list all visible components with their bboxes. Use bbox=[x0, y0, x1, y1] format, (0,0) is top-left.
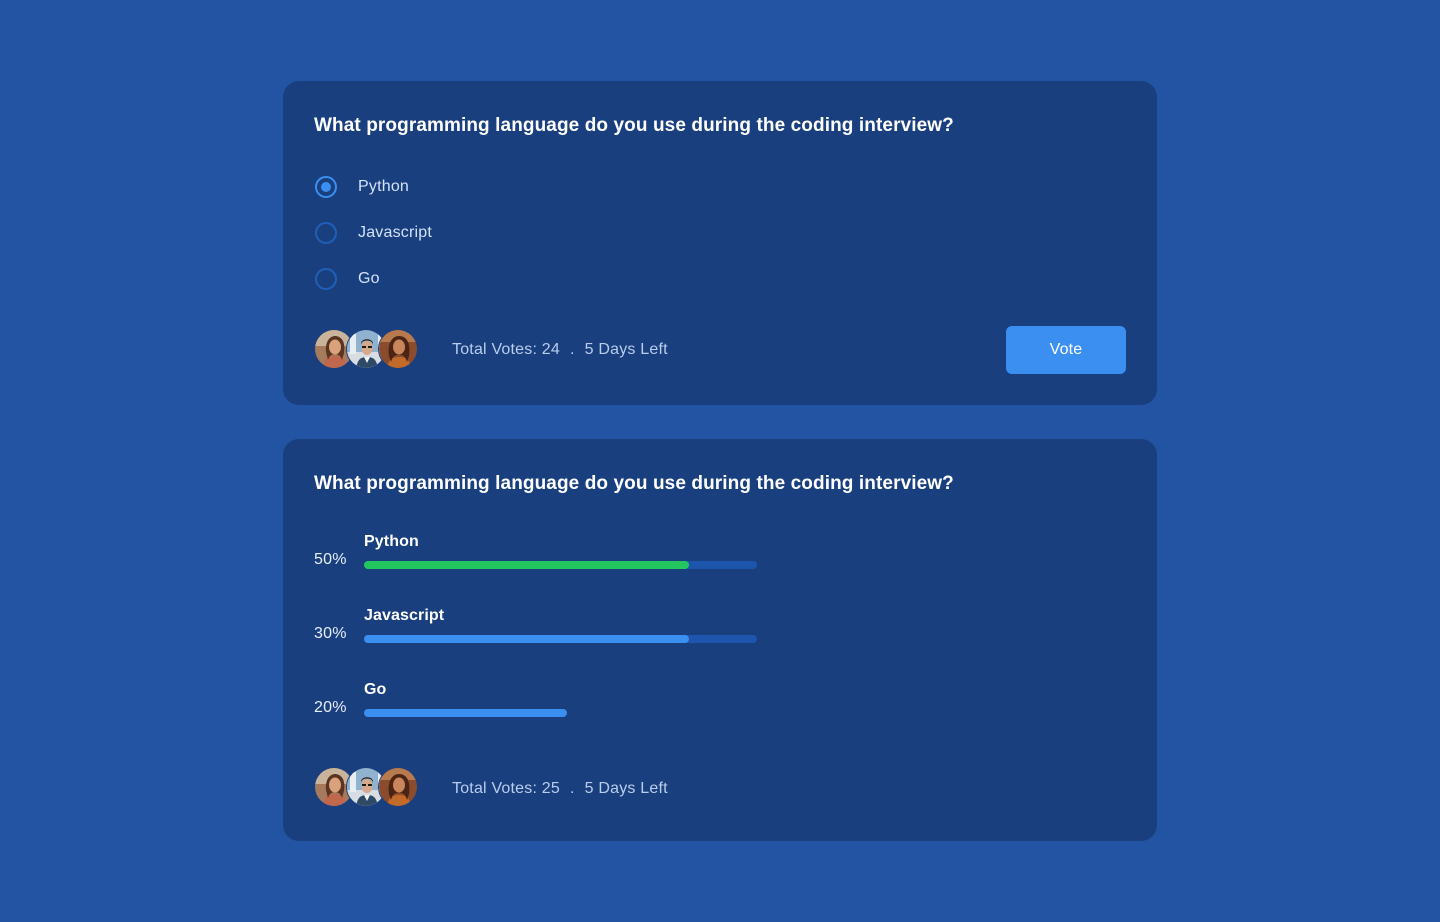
avatar-woman-2 bbox=[378, 329, 418, 369]
result-track bbox=[364, 709, 757, 717]
meta-separator: . bbox=[569, 341, 575, 358]
vote-button[interactable]: Vote bbox=[1006, 326, 1126, 374]
total-votes: Total Votes: 24 bbox=[452, 341, 560, 358]
option-javascript[interactable]: Javascript bbox=[315, 219, 432, 247]
voter-avatars bbox=[314, 767, 422, 809]
poll-question: What programming language do you use dur… bbox=[314, 473, 954, 494]
poll-meta: Total Votes: 25. 5 Days Left bbox=[452, 780, 668, 798]
result-track bbox=[364, 561, 757, 569]
meta-separator: . bbox=[569, 780, 575, 797]
result-bar bbox=[364, 561, 689, 569]
option-label: Python bbox=[358, 178, 410, 195]
result-percent: 50% bbox=[314, 551, 347, 568]
poll-meta: Total Votes: 24. 5 Days Left bbox=[452, 341, 668, 359]
result-percent: 30% bbox=[314, 625, 347, 642]
result-percent: 20% bbox=[314, 699, 347, 716]
radio-python[interactable] bbox=[315, 176, 337, 198]
avatar-woman-2 bbox=[378, 767, 418, 807]
option-go[interactable]: Go bbox=[315, 265, 380, 293]
result-track bbox=[364, 635, 757, 643]
poll-vote-card: What programming language do you use dur… bbox=[283, 81, 1157, 405]
time-left: 5 Days Left bbox=[584, 341, 668, 358]
radio-javascript[interactable] bbox=[315, 222, 337, 244]
result-javascript: 30% Javascript bbox=[314, 607, 774, 667]
result-label: Python bbox=[364, 533, 419, 550]
result-bar bbox=[364, 635, 689, 643]
result-label: Go bbox=[364, 681, 387, 698]
total-votes: Total Votes: 25 bbox=[452, 780, 560, 797]
result-label: Javascript bbox=[364, 607, 445, 624]
time-left: 5 Days Left bbox=[584, 780, 668, 797]
poll-result-card: What programming language do you use dur… bbox=[283, 439, 1157, 841]
option-label: Go bbox=[358, 270, 380, 287]
result-python: 50% Python bbox=[314, 533, 774, 593]
result-go: 20% Go bbox=[314, 681, 774, 741]
option-python[interactable]: Python bbox=[315, 173, 409, 201]
option-label: Javascript bbox=[358, 224, 433, 241]
voter-avatars bbox=[314, 329, 422, 371]
result-bar bbox=[364, 709, 568, 717]
poll-question: What programming language do you use dur… bbox=[314, 115, 954, 136]
radio-go[interactable] bbox=[315, 268, 337, 290]
